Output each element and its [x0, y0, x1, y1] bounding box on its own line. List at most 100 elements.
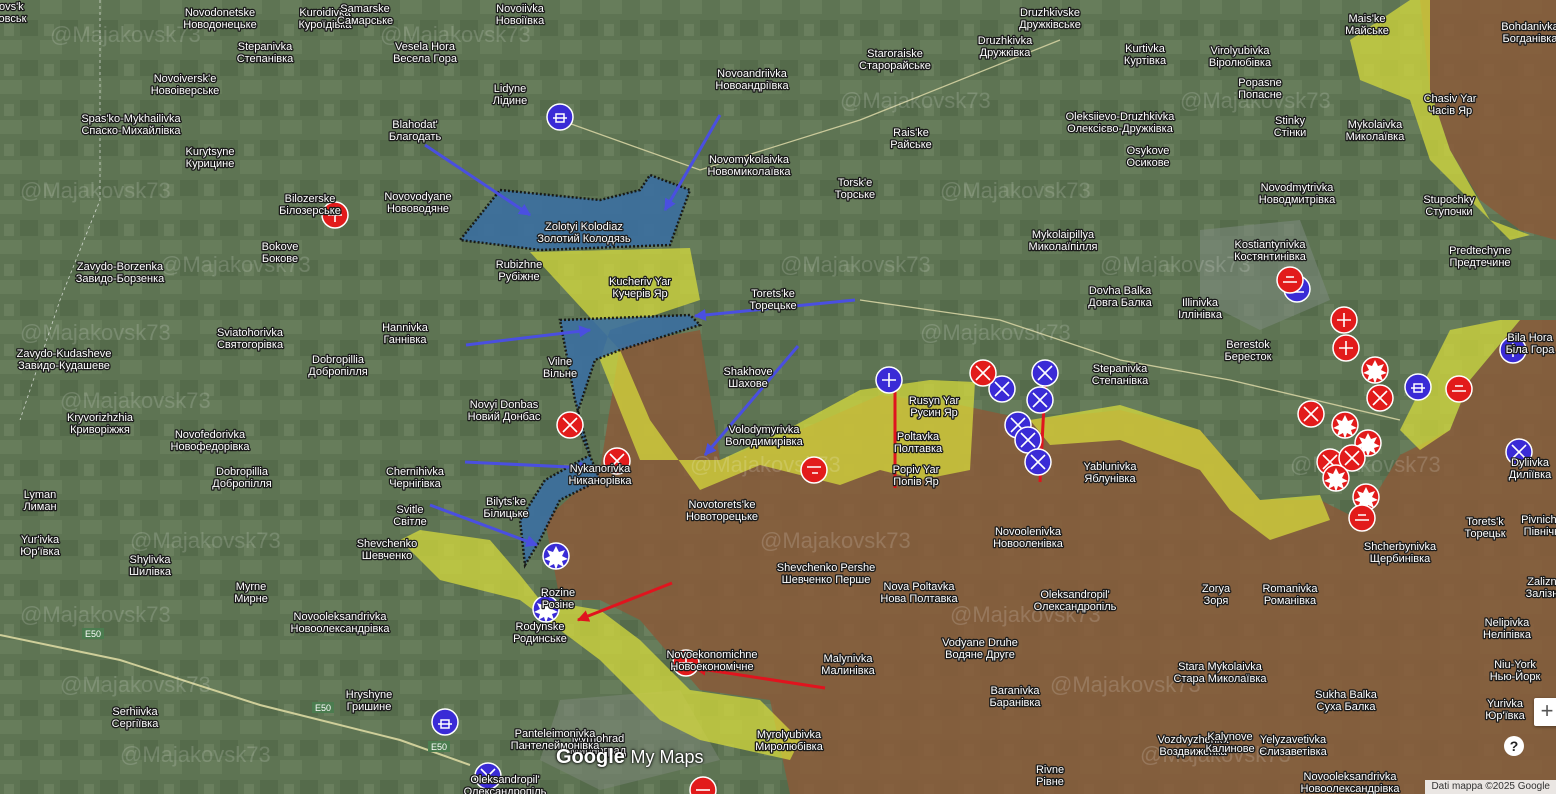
- place-label: Novovodyane Нововодяне: [384, 191, 451, 215]
- russia-unit-marker[interactable]: [1366, 384, 1394, 412]
- place-label: Bilozerske Білозерське: [279, 193, 341, 217]
- place-label: Bokove Бокове: [262, 241, 299, 265]
- place-label: Rivne Рівне: [1036, 764, 1064, 788]
- place-label: Stepanivka Степанівка: [237, 41, 294, 65]
- watermark: @Majakovsk73: [60, 388, 211, 413]
- russia-unit-marker[interactable]: [969, 359, 997, 387]
- place-label: Chernihivka Чернігівка: [386, 466, 445, 490]
- place-label: Hannivka Ганнівка: [382, 322, 429, 346]
- place-label: Novoiivka Новоіївка: [496, 3, 545, 27]
- place-label: Vodyane Druhe Водяне Друге: [942, 637, 1018, 661]
- place-label: Osykove Осикове: [1126, 145, 1169, 169]
- place-label: Oleksandropil' Олександропіль: [464, 774, 547, 794]
- place-label: Pokrovs'kПокровськ: [0, 1, 27, 25]
- ukraine-unit-marker[interactable]: [1026, 386, 1054, 414]
- place-label: Volodymyrivka Володимирівка: [725, 424, 803, 448]
- place-label: Novodonetske Новодонецьке: [183, 7, 256, 31]
- place-label: Kurtivka Куртівка: [1124, 43, 1167, 67]
- place-label: Novoekonomichne Новоекономічне: [666, 649, 757, 673]
- place-label: Rodynske Родинське: [513, 621, 567, 645]
- place-label: Novoolenivka Новооленівка: [993, 526, 1064, 550]
- place-label: Stinky Стінки: [1274, 115, 1306, 139]
- russia-unit-marker[interactable]: [1330, 306, 1358, 334]
- place-label: PivnichneПівнічне: [1521, 514, 1556, 538]
- watermark: @Majakovsk73: [130, 528, 281, 553]
- place-label: Oleksandropil' Олександропіль: [1034, 589, 1117, 613]
- place-label: Virolyubivka Віролюбівка: [1209, 45, 1272, 69]
- watermark: @Majakovsk73: [1100, 252, 1251, 277]
- ukraine-unit-marker[interactable]: [875, 366, 903, 394]
- place-label: Vilne Вільне: [543, 356, 577, 380]
- place-label: Rais'ke Райське: [890, 127, 932, 151]
- russia-unit-marker[interactable]: [1276, 266, 1304, 294]
- ukraine-unit-marker[interactable]: [431, 708, 459, 736]
- place-label: Samarske Самарське: [337, 3, 393, 27]
- ukraine-unit-marker[interactable]: [1024, 448, 1052, 476]
- russia-unit-marker[interactable]: [1297, 400, 1325, 428]
- russia-unit-marker[interactable]: [1332, 334, 1360, 362]
- ukraine-unit-marker[interactable]: [1031, 359, 1059, 387]
- russia-unit-marker[interactable]: [800, 456, 828, 484]
- place-label: Serhiivka Сергіївка: [112, 706, 160, 730]
- place-label: Novomykolaivka Новомиколаївка: [707, 154, 791, 178]
- zoom-in-button[interactable]: +: [1534, 698, 1556, 726]
- place-label: Yurivka Юр'ївка: [1485, 698, 1525, 722]
- place-label: Novotorets'ke Новоторецьке: [686, 499, 758, 523]
- place-label: Yur'ivka Юр'ївка: [20, 534, 60, 558]
- place-label: Shakhove Шахове: [724, 366, 773, 390]
- russia-unit-marker[interactable]: [1445, 375, 1473, 403]
- place-label: Stupochky Ступочки: [1423, 194, 1475, 218]
- place-label: Nova Poltavka Нова Полтавка: [880, 581, 958, 605]
- place-label: Torsk'e Торське: [835, 177, 875, 201]
- place-label: Zavydo-Borzenka Завидо-Борзенка: [76, 261, 165, 285]
- place-label: Malynivka Малинівка: [821, 653, 875, 677]
- place-label: Bila Hora Біла Гора: [1506, 332, 1556, 356]
- place-label: Dobropillia Добропілля: [308, 354, 367, 378]
- russia-explosion-marker[interactable]: [1322, 464, 1350, 492]
- place-label: Staroraiske Старорайське: [859, 48, 931, 72]
- svg-text:E50: E50: [315, 703, 331, 713]
- place-label: Druzhkivske Дружківське: [1019, 7, 1081, 31]
- place-label: Kurytsyne Курицине: [186, 146, 235, 170]
- watermark: @Majakovsk73: [780, 252, 931, 277]
- place-label: Berestok Бересток: [1225, 339, 1272, 363]
- place-label: Yablunivka Яблунівка: [1084, 461, 1138, 485]
- place-label: Mykolaivka Миколаївка: [1346, 119, 1406, 143]
- place-label: ZalizneЗалізне: [1526, 576, 1556, 600]
- ukraine-explosion-marker[interactable]: [542, 542, 570, 570]
- place-label: Novoandriivka Новоандріївка: [715, 68, 789, 92]
- place-label: Oleksiievo-Druzhkivka Олексієво-Дружківка: [1066, 111, 1176, 135]
- place-label: Nelipivka Неліпівка: [1483, 617, 1532, 641]
- watermark: @Majakovsk73: [20, 178, 171, 203]
- map-canvas[interactable]: @Majakovsk73 @Majakovsk73 @Majakovsk73 @…: [0, 0, 1556, 794]
- watermark: @Majakovsk73: [60, 672, 211, 697]
- place-label: Shevchenko Шевченко: [357, 538, 418, 562]
- place-label: Chasiv Yar Часів Яр: [1424, 93, 1477, 117]
- place-label: Popasne Попасне: [1238, 77, 1282, 101]
- google-my-maps-logo: Google My Maps: [556, 746, 703, 769]
- ukraine-unit-marker[interactable]: [1404, 373, 1432, 401]
- place-label: Zolotyi Kolodiaz Золотий Колодязь: [537, 221, 630, 245]
- russia-explosion-marker[interactable]: [1331, 411, 1359, 439]
- place-label: Shcherbynivka Щербинівка: [1364, 541, 1437, 565]
- ukraine-unit-marker[interactable]: [546, 103, 574, 131]
- place-label: Sukha Balka Суха Балка: [1315, 689, 1378, 713]
- watermark: @Majakovsk73: [840, 88, 991, 113]
- watermark: @Majakovsk73: [20, 602, 171, 627]
- help-button[interactable]: ?: [1504, 736, 1524, 756]
- place-label: Rubizhne Рубіжне: [496, 259, 542, 283]
- place-label: Zavydo-Kudasheve Завидо-Кудашеве: [17, 348, 112, 372]
- place-label: Shevchenko Pershe Шевченко Перше: [777, 562, 875, 586]
- russia-unit-marker[interactable]: [1348, 504, 1376, 532]
- place-label: Rusyn Yar Русин Яр: [909, 395, 960, 419]
- russia-explosion-marker[interactable]: [1361, 356, 1389, 384]
- russia-unit-marker[interactable]: [556, 411, 584, 439]
- place-label: Novofedorivka Новофедорівка: [171, 429, 251, 453]
- place-label: Romanivka Романівка: [1262, 583, 1318, 607]
- watermark: @Majakovsk73: [20, 320, 171, 345]
- place-label: Novooleksandrivka Новоолександрівка: [1301, 771, 1401, 794]
- place-label: Kryvorizhzhia Криворіжжя: [67, 412, 134, 436]
- place-label: Kalynove Калинове: [1205, 731, 1254, 755]
- place-label: Predtechyne Предтечине: [1449, 245, 1511, 269]
- place-label: Myrolyubivka Миролюбівка: [755, 729, 824, 753]
